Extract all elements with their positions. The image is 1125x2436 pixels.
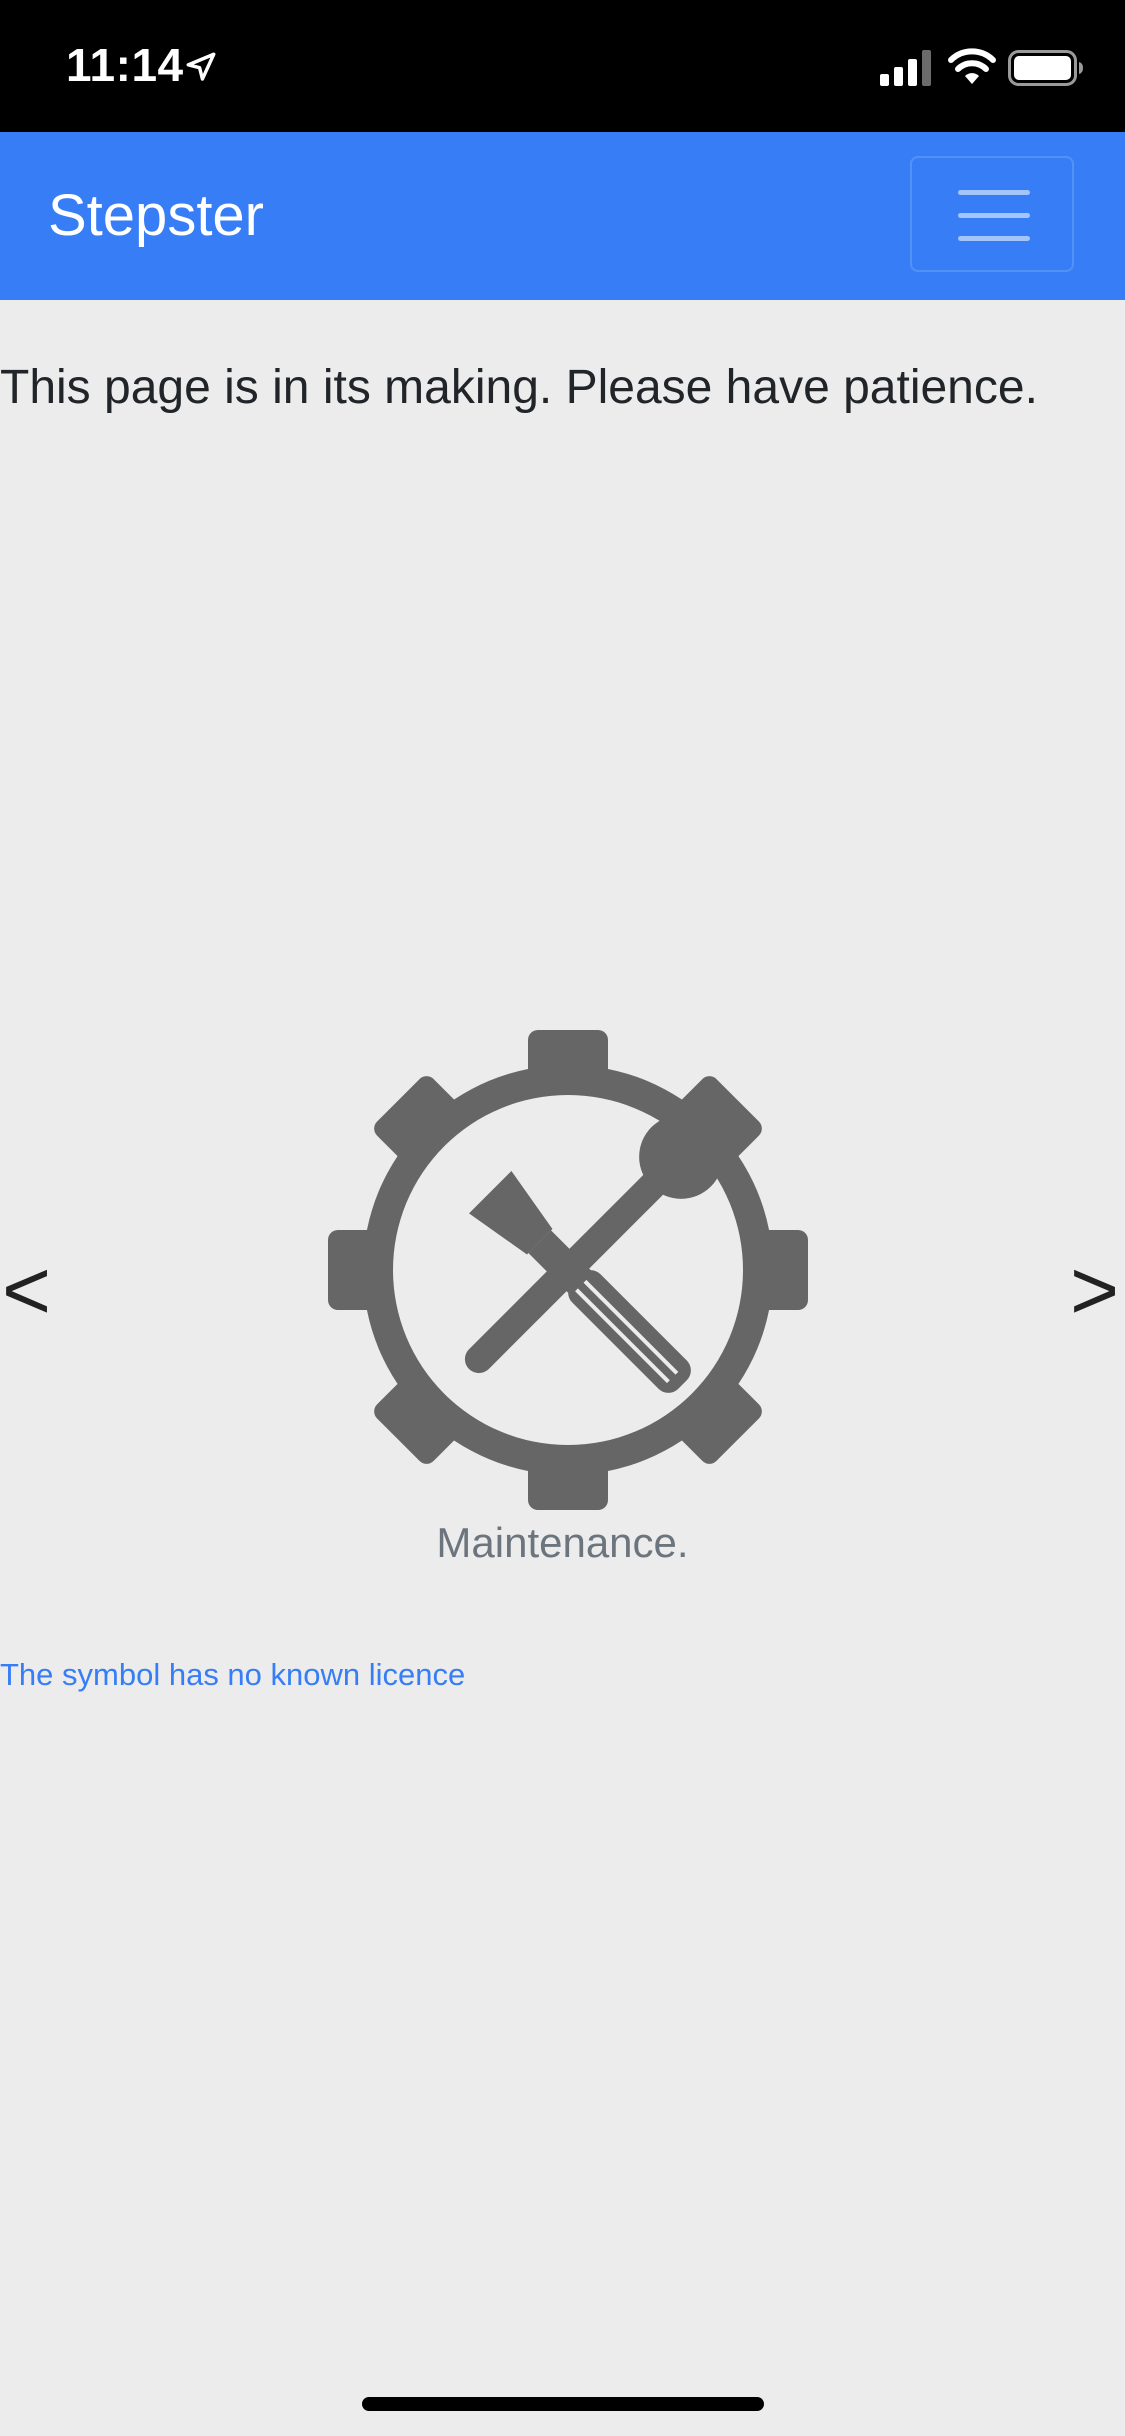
carousel-prev-button[interactable]: <	[2, 1240, 51, 1340]
cellular-signal-icon	[880, 50, 931, 86]
carousel-next-button[interactable]: >	[1070, 1240, 1119, 1340]
status-time: 11:14	[66, 39, 184, 91]
page-notice: This page is in its making. Please have …	[0, 361, 1038, 414]
navbar-toggler-button[interactable]	[910, 156, 1074, 272]
licence-link[interactable]: The symbol has no known licence	[0, 1655, 465, 1695]
slide-caption: Maintenance.	[436, 1519, 689, 1566]
battery-icon	[1008, 50, 1083, 86]
status-bar: 11:14	[0, 0, 1125, 132]
wifi-icon	[948, 48, 996, 84]
location-arrow-icon	[186, 52, 216, 81]
brand-link[interactable]: Stepster	[48, 184, 264, 248]
home-indicator[interactable]	[362, 2397, 764, 2411]
gear-wrench-screwdriver-icon	[328, 1030, 808, 1510]
navbar: Stepster	[0, 132, 1125, 300]
